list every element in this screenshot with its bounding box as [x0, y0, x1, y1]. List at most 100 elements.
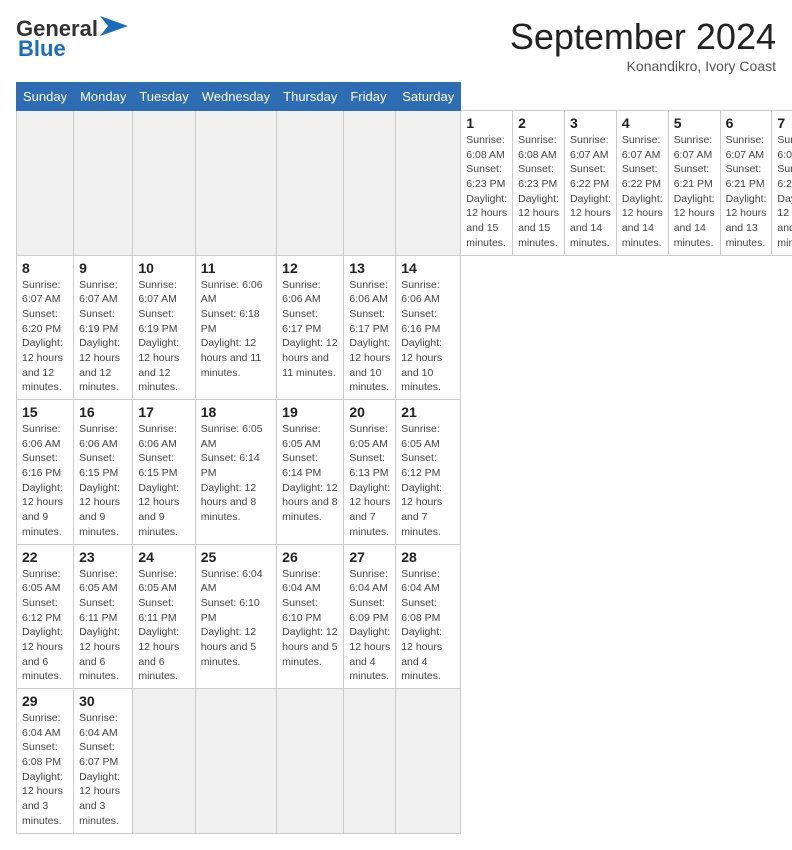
sunset: Sunset: 6:20 PM: [22, 308, 61, 335]
sunset: Sunset: 6:20 PM: [777, 163, 792, 190]
day-info: Sunrise: 6:06 AM Sunset: 6:17 PM Dayligh…: [282, 278, 338, 381]
sunrise: Sunrise: 6:06 AM: [282, 279, 321, 306]
day-number: 21: [401, 404, 455, 420]
week-row-1: 1 Sunrise: 6:08 AM Sunset: 6:23 PM Dayli…: [17, 111, 792, 256]
day-cell-3: 3 Sunrise: 6:07 AM Sunset: 6:22 PM Dayli…: [564, 111, 616, 256]
day-info: Sunrise: 6:06 AM Sunset: 6:15 PM Dayligh…: [138, 422, 189, 540]
daylight: Daylight: 12 hours and 14 minutes.: [570, 193, 611, 249]
empty-cell: [277, 689, 344, 834]
day-cell-14: 14 Sunrise: 6:06 AM Sunset: 6:16 PM Dayl…: [396, 255, 461, 400]
logo-blue: Blue: [18, 36, 66, 62]
day-number: 18: [201, 404, 271, 420]
day-info: Sunrise: 6:06 AM Sunset: 6:15 PM Dayligh…: [79, 422, 127, 540]
sunrise: Sunrise: 6:07 AM: [622, 134, 661, 161]
weekday-header-saturday: Saturday: [396, 83, 461, 111]
daylight: Daylight: 12 hours and 7 minutes.: [401, 482, 442, 538]
day-cell-7: 7 Sunrise: 6:07 AM Sunset: 6:20 PM Dayli…: [772, 111, 792, 256]
daylight: Daylight: 12 hours and 4 minutes.: [401, 626, 442, 682]
empty-cell: [396, 689, 461, 834]
sunrise: Sunrise: 6:06 AM: [201, 279, 263, 306]
day-cell-1: 1 Sunrise: 6:08 AM Sunset: 6:23 PM Dayli…: [461, 111, 513, 256]
day-number: 14: [401, 260, 455, 276]
weekday-header-wednesday: Wednesday: [195, 83, 276, 111]
sunset: Sunset: 6:11 PM: [79, 597, 117, 624]
empty-cell: [396, 111, 461, 256]
sunrise: Sunrise: 6:07 AM: [674, 134, 713, 161]
sunrise: Sunrise: 6:06 AM: [22, 423, 61, 450]
daylight: Daylight: 12 hours and 15 minutes.: [466, 193, 507, 249]
sunset: Sunset: 6:09 PM: [349, 597, 388, 624]
logo-arrow-icon: [100, 16, 128, 36]
sunrise: Sunrise: 6:07 AM: [79, 279, 118, 306]
day-number: 6: [726, 115, 767, 131]
day-info: Sunrise: 6:08 AM Sunset: 6:23 PM Dayligh…: [466, 133, 507, 251]
day-number: 7: [777, 115, 792, 131]
sunset: Sunset: 6:17 PM: [282, 308, 321, 335]
day-info: Sunrise: 6:05 AM Sunset: 6:11 PM Dayligh…: [79, 567, 127, 685]
day-number: 4: [622, 115, 663, 131]
day-cell-12: 12 Sunrise: 6:06 AM Sunset: 6:17 PM Dayl…: [277, 255, 344, 400]
daylight: Daylight: 12 hours and 3 minutes.: [22, 771, 63, 827]
day-info: Sunrise: 6:07 AM Sunset: 6:20 PM Dayligh…: [22, 278, 68, 396]
sunset: Sunset: 6:18 PM: [201, 308, 260, 335]
sunset: Sunset: 6:16 PM: [401, 308, 440, 335]
day-info: Sunrise: 6:04 AM Sunset: 6:08 PM Dayligh…: [22, 711, 68, 829]
sunrise: Sunrise: 6:07 AM: [570, 134, 609, 161]
sunset: Sunset: 6:13 PM: [349, 452, 388, 479]
daylight: Daylight: 12 hours and 8 minutes.: [201, 482, 256, 523]
day-number: 23: [79, 549, 127, 565]
sunrise: Sunrise: 6:07 AM: [726, 134, 765, 161]
sunset: Sunset: 6:10 PM: [282, 597, 321, 624]
sunset: Sunset: 6:14 PM: [201, 452, 260, 479]
day-cell-13: 13 Sunrise: 6:06 AM Sunset: 6:17 PM Dayl…: [344, 255, 396, 400]
sunrise: Sunrise: 6:06 AM: [138, 423, 177, 450]
sunrise: Sunrise: 6:04 AM: [282, 568, 321, 595]
daylight: Daylight: 12 hours and 9 minutes.: [79, 482, 120, 538]
sunrise: Sunrise: 6:04 AM: [401, 568, 440, 595]
daylight: Daylight: 12 hours and 11 minutes.: [201, 337, 262, 378]
day-number: 29: [22, 693, 68, 709]
daylight: Daylight: 12 hours and 13 minutes.: [726, 193, 767, 249]
weekday-header-friday: Friday: [344, 83, 396, 111]
day-number: 13: [349, 260, 390, 276]
day-info: Sunrise: 6:05 AM Sunset: 6:12 PM Dayligh…: [22, 567, 68, 685]
sunset: Sunset: 6:17 PM: [349, 308, 388, 335]
day-info: Sunrise: 6:07 AM Sunset: 6:20 PM Dayligh…: [777, 133, 792, 251]
day-info: Sunrise: 6:06 AM Sunset: 6:17 PM Dayligh…: [349, 278, 390, 396]
weekday-header-row: SundayMondayTuesdayWednesdayThursdayFrid…: [17, 83, 792, 111]
day-cell-10: 10 Sunrise: 6:07 AM Sunset: 6:19 PM Dayl…: [133, 255, 195, 400]
daylight: Daylight: 12 hours and 9 minutes.: [138, 482, 179, 538]
day-number: 22: [22, 549, 68, 565]
day-cell-17: 17 Sunrise: 6:06 AM Sunset: 6:15 PM Dayl…: [133, 400, 195, 545]
day-number: 11: [201, 260, 271, 276]
sunrise: Sunrise: 6:07 AM: [138, 279, 177, 306]
sunrise: Sunrise: 6:07 AM: [777, 134, 792, 161]
sunset: Sunset: 6:11 PM: [138, 597, 176, 624]
empty-cell: [17, 111, 74, 256]
sunrise: Sunrise: 6:05 AM: [401, 423, 440, 450]
day-number: 3: [570, 115, 611, 131]
sunset: Sunset: 6:12 PM: [401, 452, 440, 479]
daylight: Daylight: 12 hours and 6 minutes.: [138, 626, 179, 682]
sunset: Sunset: 6:19 PM: [138, 308, 177, 335]
weekday-header-tuesday: Tuesday: [133, 83, 195, 111]
day-number: 8: [22, 260, 68, 276]
empty-cell: [74, 111, 133, 256]
day-info: Sunrise: 6:08 AM Sunset: 6:23 PM Dayligh…: [518, 133, 559, 251]
daylight: Daylight: 12 hours and 6 minutes.: [79, 626, 120, 682]
week-row-5: 29 Sunrise: 6:04 AM Sunset: 6:08 PM Dayl…: [17, 689, 792, 834]
day-cell-29: 29 Sunrise: 6:04 AM Sunset: 6:08 PM Dayl…: [17, 689, 74, 834]
day-number: 26: [282, 549, 338, 565]
day-info: Sunrise: 6:05 AM Sunset: 6:14 PM Dayligh…: [282, 422, 338, 525]
day-info: Sunrise: 6:04 AM Sunset: 6:07 PM Dayligh…: [79, 711, 127, 829]
sunset: Sunset: 6:08 PM: [401, 597, 440, 624]
day-cell-9: 9 Sunrise: 6:07 AM Sunset: 6:19 PM Dayli…: [74, 255, 133, 400]
empty-cell: [133, 111, 195, 256]
daylight: Daylight: 12 hours and 10 minutes.: [401, 337, 442, 393]
day-number: 1: [466, 115, 507, 131]
day-info: Sunrise: 6:05 AM Sunset: 6:11 PM Dayligh…: [138, 567, 189, 685]
day-cell-24: 24 Sunrise: 6:05 AM Sunset: 6:11 PM Dayl…: [133, 544, 195, 689]
day-number: 15: [22, 404, 68, 420]
day-info: Sunrise: 6:05 AM Sunset: 6:12 PM Dayligh…: [401, 422, 455, 540]
day-info: Sunrise: 6:06 AM Sunset: 6:16 PM Dayligh…: [22, 422, 68, 540]
